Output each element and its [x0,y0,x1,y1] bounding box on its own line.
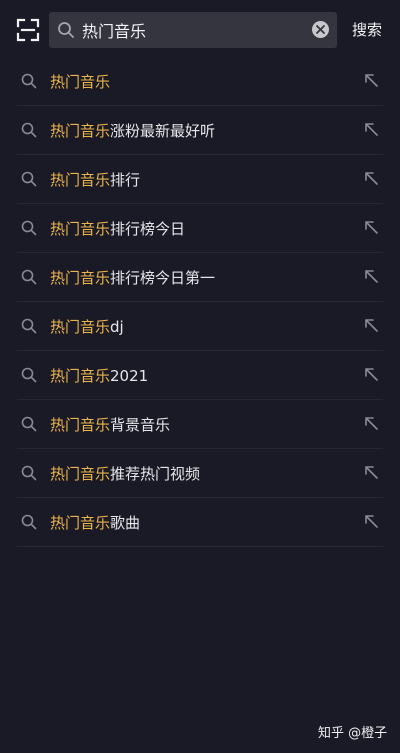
suggestion-rest: 背景音乐 [110,416,171,434]
search-icon [21,367,37,383]
arrow-up-left-icon[interactable] [362,316,382,336]
suggestion-highlight: 热门音乐 [50,318,111,336]
suggestion-item[interactable]: 热门音乐推荐热门视频 [0,449,400,498]
arrow-up-left-icon[interactable] [362,218,382,238]
suggestion-text: 热门音乐dj [50,316,124,337]
search-button[interactable]: 搜索 [352,19,382,40]
search-icon [21,220,37,236]
arrow-up-left-icon[interactable] [362,512,382,532]
suggestion-rest: 排行 [110,171,141,189]
suggestion-item[interactable]: 热门音乐背景音乐 [0,400,400,449]
search-icon [58,22,74,38]
search-input[interactable] [82,12,302,48]
suggestion-highlight: 热门音乐 [50,220,111,238]
suggestion-highlight: 热门音乐 [50,122,111,140]
watermark: 知乎 @橙子 [318,726,388,741]
suggestion-highlight: 热门音乐 [50,171,111,189]
suggestion-rest: 排行榜今日 [110,220,186,238]
suggestion-text: 热门音乐排行榜今日第一 [50,267,215,288]
search-icon [21,122,37,138]
arrow-up-left-icon[interactable] [362,169,382,189]
arrow-up-left-icon[interactable] [362,365,382,385]
suggestion-rest: 歌曲 [110,514,141,532]
suggestion-item[interactable]: 热门音乐涨粉最新最好听 [0,106,400,155]
clear-button[interactable] [312,21,329,38]
suggestion-highlight: 热门音乐 [50,465,111,483]
arrow-up-left-icon[interactable] [362,463,382,483]
search-icon [21,465,37,481]
clear-icon [316,25,325,34]
suggestion-rest: 推荐热门视频 [110,465,201,483]
arrow-up-left-icon[interactable] [362,414,382,434]
suggestion-highlight: 热门音乐 [50,367,111,385]
arrow-up-left-icon[interactable] [362,120,382,140]
suggestion-item[interactable]: 热门音乐2021 [0,351,400,400]
scan-button[interactable] [14,16,42,44]
suggestion-rest: 2021 [110,367,149,385]
search-icon [21,514,37,530]
suggestion-text: 热门音乐涨粉最新最好听 [50,120,215,141]
suggestion-text: 热门音乐推荐热门视频 [50,463,200,484]
suggestion-item[interactable]: 热门音乐歌曲 [0,498,400,547]
suggestion-text: 热门音乐排行榜今日 [50,218,185,239]
suggestion-text: 热门音乐排行 [50,169,140,190]
search-icon [21,171,37,187]
suggestion-text: 热门音乐 [50,71,110,92]
suggestion-item[interactable]: 热门音乐排行榜今日 [0,204,400,253]
search-box[interactable] [49,12,337,48]
suggestion-item[interactable]: 热门音乐排行榜今日第一 [0,253,400,302]
search-icon [21,318,37,334]
suggestion-text: 热门音乐2021 [50,365,148,386]
top-bar: 搜索 [0,0,400,60]
search-icon [21,416,37,432]
search-icon [21,269,37,285]
suggestion-text: 热门音乐歌曲 [50,512,140,533]
suggestion-rest: 涨粉最新最好听 [110,122,216,140]
suggestion-item[interactable]: 热门音乐排行 [0,155,400,204]
search-icon [21,73,37,89]
suggestion-rest: 排行榜今日第一 [110,269,216,287]
suggestion-rest: dj [110,318,124,336]
suggestion-highlight: 热门音乐 [50,73,111,91]
scan-icon [16,18,40,42]
suggestion-text: 热门音乐背景音乐 [50,414,170,435]
suggestion-highlight: 热门音乐 [50,416,111,434]
divider [17,546,383,547]
suggestion-highlight: 热门音乐 [50,269,111,287]
suggestion-highlight: 热门音乐 [50,514,111,532]
arrow-up-left-icon[interactable] [362,71,382,91]
suggestion-list: 热门音乐 热门音乐涨粉最新最好听 热门音乐排行 热门音乐排行榜今日 热门音乐排行… [0,57,400,547]
suggestion-item[interactable]: 热门音乐dj [0,302,400,351]
arrow-up-left-icon[interactable] [362,267,382,287]
suggestion-item[interactable]: 热门音乐 [0,57,400,106]
